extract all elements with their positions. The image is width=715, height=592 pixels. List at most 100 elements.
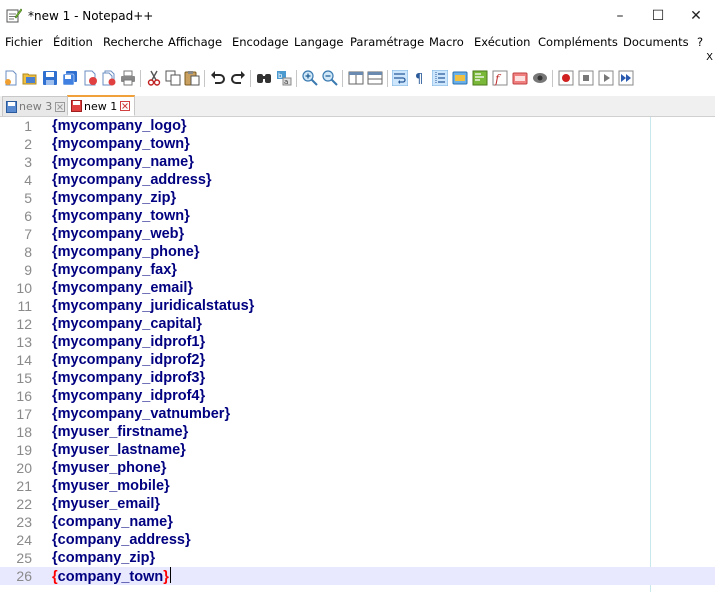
cut-icon[interactable] — [146, 70, 162, 86]
stop-macro-icon[interactable] — [578, 70, 594, 86]
folder-workspace-icon[interactable] — [512, 70, 528, 86]
tab-label: new 3 — [19, 100, 53, 113]
zoom-in-icon[interactable] — [302, 70, 318, 86]
code-line[interactable]: 25 {company_zip} — [0, 549, 715, 567]
tab-new-1[interactable]: new 1 — [67, 95, 136, 116]
show-all-chars-icon[interactable]: ¶ — [412, 70, 428, 86]
menu-edition[interactable]: Édition — [53, 35, 93, 49]
menu-macro[interactable]: Macro — [429, 35, 464, 49]
maximize-button[interactable]: ☐ — [639, 0, 677, 31]
menu-affichage[interactable]: Affichage — [168, 35, 222, 49]
tab-close-icon[interactable] — [120, 101, 131, 111]
toolbar-separator — [342, 70, 343, 87]
line-number: 22 — [16, 496, 32, 512]
code-line[interactable]: 7 {mycompany_web} — [0, 225, 715, 243]
line-number: 5 — [24, 190, 32, 206]
undo-icon[interactable] — [210, 70, 226, 86]
menu-complements[interactable]: Compléments — [538, 35, 618, 49]
line-text: {mycompany_fax} — [52, 262, 177, 278]
line-number: 19 — [16, 442, 32, 458]
code-line[interactable]: 4 {mycompany_address} — [0, 171, 715, 189]
code-line[interactable]: 18 {myuser_firstname} — [0, 423, 715, 441]
code-line[interactable]: 12 {mycompany_capital} — [0, 315, 715, 333]
code-line[interactable]: 1 {mycompany_logo} — [0, 117, 715, 135]
code-line[interactable]: 11 {mycompany_juridicalstatus} — [0, 297, 715, 315]
menu-bar: Fichier Édition Recherche Affichage Enco… — [0, 31, 715, 63]
function-list-icon[interactable]: f — [492, 70, 508, 86]
toolbar-separator — [204, 70, 205, 87]
print-icon[interactable] — [120, 70, 136, 86]
menu-langage[interactable]: Langage — [294, 35, 343, 49]
menu-encodage[interactable]: Encodage — [232, 35, 289, 49]
document-map-icon[interactable] — [472, 70, 488, 86]
sync-horizontal-icon[interactable] — [367, 70, 383, 86]
code-line[interactable]: 9 {mycompany_fax} — [0, 261, 715, 279]
code-line[interactable]: 2 {mycompany_town} — [0, 135, 715, 153]
save-icon[interactable] — [42, 70, 58, 86]
code-line[interactable]: 14 {mycompany_idprof2} — [0, 351, 715, 369]
line-number: 4 — [24, 172, 32, 188]
line-text: {mycompany_logo} — [52, 118, 187, 134]
code-line[interactable]: 6 {mycompany_town} — [0, 207, 715, 225]
open-file-icon[interactable] — [22, 70, 38, 86]
new-file-icon[interactable] — [3, 70, 19, 86]
code-line[interactable]: 21 {myuser_mobile} — [0, 477, 715, 495]
code-line[interactable]: 22 {myuser_email} — [0, 495, 715, 513]
menu-fichier[interactable]: Fichier — [5, 35, 43, 49]
copy-icon[interactable] — [165, 70, 181, 86]
saved-file-icon — [6, 100, 17, 113]
play-macro-icon[interactable] — [598, 70, 614, 86]
monitoring-icon[interactable] — [532, 70, 548, 86]
close-icon[interactable] — [82, 70, 98, 86]
menu-help[interactable]: ? — [697, 35, 703, 49]
line-number: 10 — [16, 280, 32, 296]
close-document-button[interactable]: X — [706, 52, 713, 63]
line-text: {mycompany_juridicalstatus} — [52, 298, 255, 314]
code-line[interactable]: 17 {mycompany_vatnumber} — [0, 405, 715, 423]
find-icon[interactable] — [256, 70, 272, 86]
sync-vertical-icon[interactable] — [348, 70, 364, 86]
replace-icon[interactable]: b a — [276, 70, 292, 86]
svg-text:¶: ¶ — [415, 72, 423, 86]
user-language-icon[interactable] — [452, 70, 468, 86]
record-macro-icon[interactable] — [558, 70, 574, 86]
tab-label: new 1 — [84, 99, 118, 113]
line-text: {mycompany_idprof4} — [52, 388, 206, 404]
tab-new-3[interactable]: new 3 — [2, 96, 71, 116]
tab-close-icon[interactable] — [55, 101, 66, 112]
line-number: 17 — [16, 406, 32, 422]
word-wrap-icon[interactable] — [392, 70, 408, 86]
line-number: 12 — [16, 316, 32, 332]
line-number: 2 — [24, 136, 32, 152]
close-window-button[interactable]: ✕ — [677, 0, 715, 31]
menu-documents[interactable]: Documents — [623, 35, 689, 49]
line-number: 14 — [16, 352, 32, 368]
editor-area[interactable]: 1 {mycompany_logo} 2 {mycompany_town} 3 {my… — [0, 117, 715, 592]
code-line[interactable]: 19 {myuser_lastname} — [0, 441, 715, 459]
zoom-out-icon[interactable] — [322, 70, 338, 86]
code-line[interactable]: 16 {mycompany_idprof4} — [0, 387, 715, 405]
line-text: {mycompany_town} — [52, 208, 190, 224]
current-code-line[interactable]: 26 {company_town} — [0, 567, 715, 585]
code-line[interactable]: 13 {mycompany_idprof1} — [0, 333, 715, 351]
indent-guide-icon[interactable] — [432, 70, 448, 86]
close-all-icon[interactable] — [101, 70, 117, 86]
run-macro-multiple-icon[interactable] — [618, 70, 634, 86]
line-text: {mycompany_zip} — [52, 190, 177, 206]
code-line[interactable]: 3 {mycompany_name} — [0, 153, 715, 171]
code-line[interactable]: 24 {company_address} — [0, 531, 715, 549]
menu-execution[interactable]: Exécution — [474, 35, 530, 49]
redo-icon[interactable] — [230, 70, 246, 86]
code-line[interactable]: 23 {company_name} — [0, 513, 715, 531]
code-line[interactable]: 20 {myuser_phone} — [0, 459, 715, 477]
code-line[interactable]: 8 {mycompany_phone} — [0, 243, 715, 261]
menu-recherche[interactable]: Recherche — [103, 35, 163, 49]
menu-parametrage[interactable]: Paramétrage — [350, 35, 424, 49]
paste-icon[interactable] — [184, 70, 200, 86]
code-line[interactable]: 10 {mycompany_email} — [0, 279, 715, 297]
line-text: {company_name} — [52, 514, 173, 530]
code-line[interactable]: 5 {mycompany_zip} — [0, 189, 715, 207]
minimize-button[interactable]: – — [601, 0, 639, 31]
code-line[interactable]: 15 {mycompany_idprof3} — [0, 369, 715, 387]
save-all-icon[interactable] — [62, 70, 78, 86]
